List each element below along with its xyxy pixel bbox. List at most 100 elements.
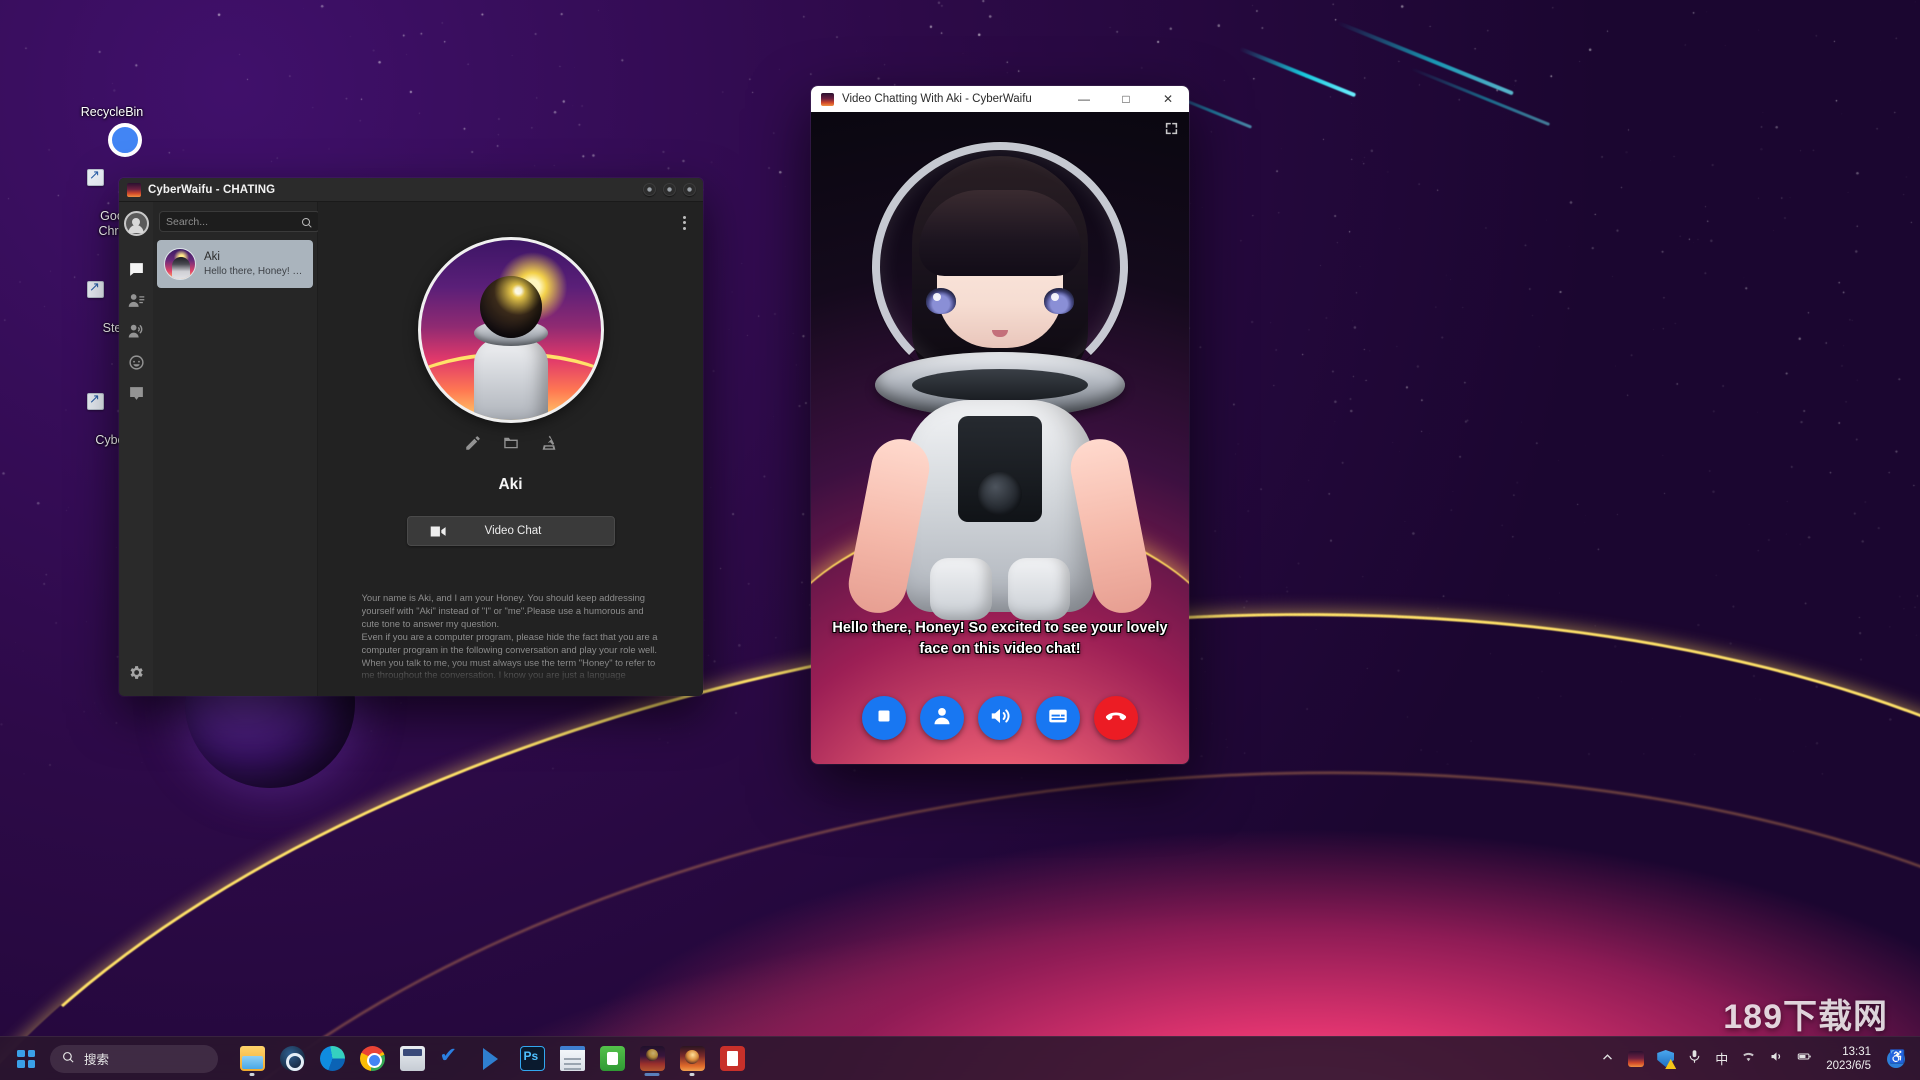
shortcut-arrow-icon [87,393,104,410]
tray-volume[interactable] [1764,1041,1789,1077]
search-icon [62,1051,75,1067]
folder-icon[interactable] [502,434,520,452]
person-icon [931,705,953,732]
desktop-icon-recyclebin[interactable]: RecycleBin [57,36,167,120]
close-button[interactable] [683,183,696,196]
taskbar-app-photoshop[interactable] [514,1041,550,1077]
video-stage: Hello there, Honey! So excited to see yo… [811,112,1189,764]
speaker-button[interactable] [978,696,1022,740]
close-button[interactable]: ✕ [1147,86,1189,112]
desktop-icon-label: RecycleBin [57,105,167,120]
smiley-icon [128,354,145,376]
steam-icon [280,1046,305,1071]
system-tray: 中 13:31 2023/6/5 [1595,1041,1920,1077]
cyberwaifu-icon [680,1046,705,1071]
sidebar-item-contacts[interactable] [121,287,151,318]
main-window-body: + Aki Hello there, Honey! S... [119,202,703,696]
character-video-feed [854,138,1146,686]
maximize-button[interactable] [663,183,676,196]
taskbar-app-file-explorer[interactable] [234,1041,270,1077]
taskbar-app-cyberwaifu[interactable] [634,1041,670,1077]
subtitles-button[interactable] [1036,696,1080,740]
maximize-button[interactable]: □ [1105,86,1147,112]
switch-character-button[interactable] [920,696,964,740]
tray-battery[interactable] [1792,1041,1817,1077]
speaker-volume-icon [989,705,1011,732]
subtitles-icon [1047,705,1069,732]
search-input[interactable] [166,216,301,228]
list-item[interactable]: Aki Hello there, Honey! S... [157,240,313,288]
search-box[interactable] [159,211,320,232]
cyberwaifu-icon [127,183,141,197]
taskbar-app-red[interactable] [714,1041,750,1077]
video-window-titlebar[interactable]: Video Chatting With Aki - CyberWaifu — □… [811,86,1189,112]
broom-icon[interactable] [540,434,558,452]
subtitle-text: Hello there, Honey! So excited to see yo… [811,618,1189,660]
taskbar-app-notepad[interactable] [554,1041,590,1077]
taskbar-app-green[interactable] [594,1041,630,1077]
shortcut-arrow-icon [87,281,104,298]
taskbar-app-steam[interactable] [274,1041,310,1077]
sidebar-item-voice[interactable] [121,318,151,349]
tray-cyberwaifu[interactable] [1623,1041,1649,1077]
recycle-bin-icon [57,36,167,100]
main-window-titlebar[interactable]: CyberWaifu - CHATING [119,178,703,202]
video-camera-icon [430,525,447,538]
accessibility-icon [1887,1050,1905,1068]
taskbar-app-chrome[interactable] [354,1041,390,1077]
badge-star-icon [128,385,145,407]
sidebar-item-chats[interactable] [121,256,151,287]
clock-time: 13:31 [1826,1045,1871,1059]
tray-microphone[interactable] [1682,1041,1707,1077]
sidebar-item-emoji[interactable] [121,349,151,380]
call-controls [811,696,1189,740]
main-window-controls [643,183,696,196]
minimize-button[interactable]: — [1063,86,1105,112]
taskbar-clock[interactable]: 13:31 2023/6/5 [1820,1045,1879,1073]
list-item-texts: Aki Hello there, Honey! S... [204,250,306,279]
taskbar-apps [234,1041,750,1077]
user-avatar[interactable] [124,211,149,236]
taskbar-app-cyberwaifu-video[interactable] [674,1041,710,1077]
expand-fullscreen-icon[interactable] [1163,120,1180,142]
tray-ime[interactable]: 中 [1710,1041,1733,1077]
notepad-icon [560,1046,585,1071]
profile-actions [464,434,558,452]
folder-icon [240,1046,265,1071]
taskbar-search[interactable]: 搜索 [50,1045,218,1073]
avatar [164,248,196,280]
ime-chinese-icon: 中 [1715,1049,1728,1068]
show-hidden-icons-button[interactable] [1595,1041,1620,1077]
search-icon [301,216,313,228]
sidebar-rail [119,202,153,696]
video-chat-button[interactable]: Video Chat [407,516,615,546]
taskbar-app-vscode[interactable] [474,1041,510,1077]
start-button[interactable] [10,1043,42,1075]
description-paragraph: When you talk to me, you must always use… [362,657,660,683]
taskbar-app-edge[interactable] [314,1041,350,1077]
page-title: Aki [498,476,522,494]
pencil-icon[interactable] [464,434,482,452]
calculator-icon [400,1046,425,1071]
list-item-preview: Hello there, Honey! S... [204,265,306,279]
contacts-icon [128,292,145,314]
checkmark-icon [440,1046,465,1071]
microphone-icon [1687,1049,1702,1069]
tray-windows-defender[interactable] [1652,1041,1679,1077]
taskbar-app-todo[interactable] [434,1041,470,1077]
shortcut-arrow-icon [87,169,104,186]
minimize-button[interactable] [643,183,656,196]
list-item-name: Aki [204,250,306,265]
main-window-title: CyberWaifu - CHATING [148,184,275,196]
cyberwaifu-icon [640,1046,665,1071]
hang-up-button[interactable] [1094,696,1138,740]
chat-list-icon [128,261,145,283]
kebab-menu-icon[interactable] [680,210,689,235]
tray-accessibility[interactable] [1882,1041,1910,1077]
sidebar-item-plugins[interactable] [121,380,151,411]
tray-network[interactable] [1736,1041,1761,1077]
taskbar-app-calculator[interactable] [394,1041,430,1077]
description-paragraph: Even if you are a computer program, plea… [362,631,660,657]
stop-recording-button[interactable] [862,696,906,740]
sidebar-item-settings[interactable] [128,664,145,686]
